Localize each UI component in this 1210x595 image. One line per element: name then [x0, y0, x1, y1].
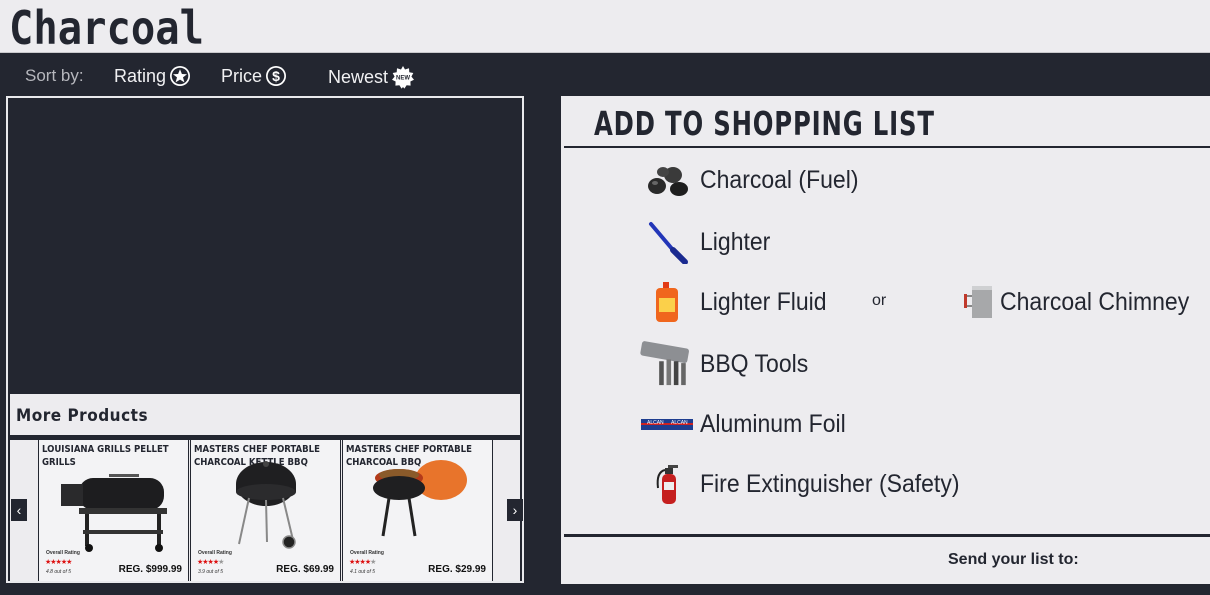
price-value: $999.99 [145, 564, 182, 575]
divider [564, 146, 1210, 148]
star-circle-icon [169, 65, 191, 87]
shopping-item-label: Aluminum Foil [700, 409, 846, 438]
shopping-item-label: Charcoal (Fuel) [700, 165, 859, 194]
rating-text: 3.9 out of 5 [198, 569, 224, 575]
shopping-item-fire-extinguisher[interactable]: Fire Extinguisher (Safety) [639, 464, 982, 504]
shopping-item-label: Charcoal Chimney [1000, 287, 1190, 316]
rating-label: Overall Rating [46, 550, 80, 556]
svg-text:ALCAN: ALCAN [647, 420, 664, 426]
chevron-right-icon: › [512, 502, 518, 518]
shopping-item-label: Lighter Fluid [700, 287, 827, 316]
price-prefix: REG. [276, 564, 301, 575]
rating-label: Overall Rating [350, 550, 384, 556]
shopping-list-title: Add to shopping list [594, 104, 935, 143]
star-rating: ★★★★★ [45, 559, 72, 566]
page-title: Charcoal [9, 1, 204, 55]
shopping-item-bbq-tools[interactable]: BBQ Tools [639, 341, 818, 386]
product-price: REG. $999.99 [119, 564, 182, 575]
price-value: $69.99 [303, 564, 334, 575]
price-prefix: REG. [118, 564, 144, 575]
sort-by-label: Sort by: [25, 66, 84, 85]
charcoal-briquettes-icon [639, 160, 694, 200]
bbq-tools-icon [639, 341, 694, 386]
more-products-header: More Products [10, 394, 520, 437]
sort-price-button[interactable]: Price $ [221, 65, 287, 87]
shopping-item-charcoal[interactable]: Charcoal (Fuel) [639, 160, 872, 200]
rating-text: 4.1 out of 5 [350, 569, 376, 575]
shopping-list-panel: Add to shopping list Charcoal (Fuel) Lig… [561, 96, 1210, 584]
product-card[interactable]: Louisiana Grills Pellet Grills Overall R… [38, 440, 189, 581]
svg-text:ALCAN: ALCAN [671, 420, 688, 426]
product-price: REG. $69.99 [276, 564, 334, 575]
rating-label: Overall Rating [198, 550, 232, 556]
carousel-prev-button[interactable]: ‹ [11, 499, 27, 521]
portable-bbq-image [373, 460, 467, 537]
new-badge-icon: NEW [391, 65, 415, 89]
sort-price-label: Price [221, 65, 263, 86]
fire-extinguisher-icon [639, 464, 694, 504]
shopping-item-label: Lighter [700, 227, 771, 256]
sort-newest-label: Newest [328, 66, 389, 87]
divider [564, 534, 1210, 537]
product-card[interactable]: Masters Chef portable charcoal Kettle BB… [190, 440, 341, 581]
sort-bar: Sort by: Rating Price $ Newest NEW [0, 53, 1210, 96]
shopping-item-aluminum-foil[interactable]: ALCAN ALCAN Aluminum Foil [639, 404, 858, 444]
shopping-item-lighter-fluid[interactable]: Lighter Fluid [639, 282, 838, 322]
sort-rating-button[interactable]: Rating [114, 65, 191, 87]
carousel-next-button[interactable]: › [507, 499, 523, 521]
star-rating: ★★★★★ [349, 559, 376, 566]
charcoal-chimney-icon [958, 282, 998, 322]
shopping-item-charcoal-chimney[interactable]: Charcoal Chimney [958, 282, 1206, 322]
price-value: $29.99 [455, 564, 486, 575]
pellet-grill-image [61, 474, 167, 552]
svg-text:$: $ [272, 68, 280, 84]
send-list-label: Send your list to: [948, 551, 1079, 568]
page-header: Charcoal [0, 0, 1210, 55]
lighter-icon [639, 222, 694, 264]
kettle-bbq-image [236, 461, 296, 549]
lighter-fluid-icon [639, 282, 694, 322]
product-price: REG. $29.99 [428, 564, 486, 575]
more-products-title: More Products [16, 406, 149, 426]
svg-text:NEW: NEW [396, 76, 410, 82]
chevron-left-icon: ‹ [16, 502, 22, 518]
sort-rating-label: Rating [114, 65, 167, 86]
price-prefix: REG. [428, 564, 453, 575]
rating-text: 4.8 out of 5 [46, 569, 72, 575]
dollar-circle-icon: $ [265, 65, 287, 87]
shopping-item-label: Fire Extinguisher (Safety) [700, 469, 960, 498]
product-card[interactable]: Masters Chef portable charcoal BBQ Overa… [342, 440, 493, 581]
shopping-item-lighter[interactable]: Lighter [639, 222, 776, 264]
shopping-item-label: BBQ Tools [700, 349, 809, 378]
more-products-carousel: ‹ Louisiana Grills Pellet Grills Overall… [10, 440, 523, 581]
alternative-separator: or [872, 292, 887, 309]
aluminum-foil-icon: ALCAN ALCAN [639, 404, 694, 444]
product-viewer-panel: More Products ‹ Louisiana Grills Pellet … [6, 96, 524, 583]
sort-newest-button[interactable]: Newest NEW [328, 65, 415, 89]
star-rating: ★★★★★ [197, 559, 224, 566]
